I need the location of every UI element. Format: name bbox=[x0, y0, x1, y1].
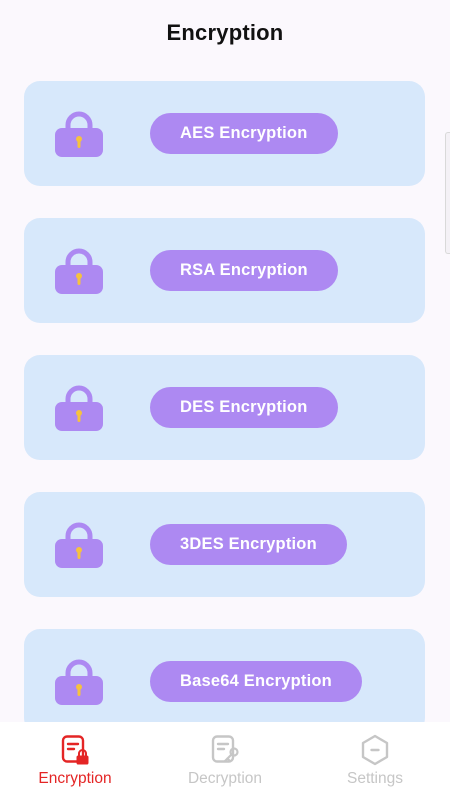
lock-icon bbox=[55, 385, 103, 431]
encryption-card-aes[interactable]: AES Encryption bbox=[24, 81, 425, 186]
lock-icon bbox=[55, 248, 103, 294]
tab-settings-label: Settings bbox=[346, 770, 403, 787]
lock-icon bbox=[55, 522, 103, 568]
page-title: Encryption bbox=[166, 20, 284, 45]
aes-encryption-button[interactable]: AES Encryption bbox=[150, 113, 338, 154]
settings-tab-icon bbox=[361, 734, 389, 766]
tab-encryption-label: Encryption bbox=[38, 770, 112, 787]
encryption-tab-icon bbox=[61, 735, 89, 765]
decryption-tab-icon bbox=[211, 735, 239, 763]
base64-encryption-button[interactable]: Base64 Encryption bbox=[150, 661, 362, 702]
tab-decryption-label: Decryption bbox=[187, 770, 263, 787]
lock-icon bbox=[55, 659, 103, 705]
3des-encryption-button[interactable]: 3DES Encryption bbox=[150, 524, 347, 565]
des-encryption-button[interactable]: DES Encryption bbox=[150, 387, 338, 428]
scrollbar[interactable] bbox=[445, 132, 450, 254]
bottom-navigation: Encryption Decryption Settings bbox=[0, 722, 450, 800]
encryption-list: AES Encryption RSA Encryption DES Encryp… bbox=[24, 81, 425, 766]
tab-decryption[interactable]: Decryption bbox=[150, 722, 300, 800]
app-screen: Encryption AES Encryption RSA Encryption bbox=[0, 0, 450, 800]
tab-settings[interactable]: Settings bbox=[300, 722, 450, 800]
encryption-card-base64[interactable]: Base64 Encryption bbox=[24, 629, 425, 734]
lock-icon bbox=[55, 111, 103, 157]
rsa-encryption-button[interactable]: RSA Encryption bbox=[150, 250, 338, 291]
encryption-card-des[interactable]: DES Encryption bbox=[24, 355, 425, 460]
encryption-card-rsa[interactable]: RSA Encryption bbox=[24, 218, 425, 323]
encryption-card-3des[interactable]: 3DES Encryption bbox=[24, 492, 425, 597]
tab-encryption[interactable]: Encryption bbox=[0, 722, 150, 800]
